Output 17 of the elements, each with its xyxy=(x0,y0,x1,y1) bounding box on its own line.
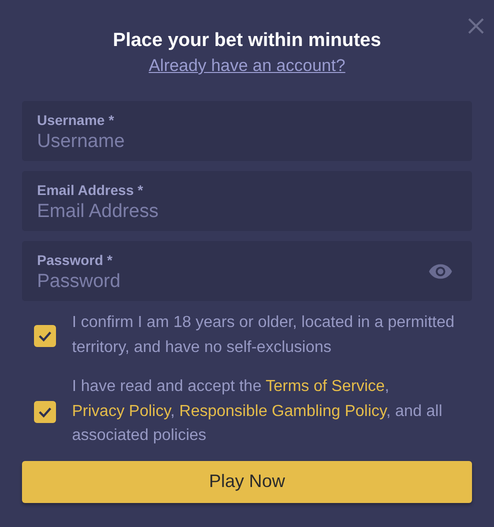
input-field[interactable]: Password xyxy=(37,270,277,292)
field-label: Email Address * xyxy=(37,182,144,198)
input-field[interactable]: Username xyxy=(37,130,277,152)
checkbox[interactable] xyxy=(34,400,56,423)
policy-link[interactable]: Privacy Policy xyxy=(72,402,170,420)
field-label: Password * xyxy=(37,252,112,268)
policy-link[interactable]: Responsible Gambling Policy xyxy=(179,402,386,420)
login-link[interactable]: Already have an account? xyxy=(148,56,346,75)
policy-link[interactable]: Terms of Service xyxy=(266,378,385,395)
eye-icon[interactable] xyxy=(428,262,453,280)
play-now-button[interactable]: Play Now xyxy=(22,460,472,502)
input-field[interactable]: Email Address xyxy=(37,200,277,222)
field-label: Username * xyxy=(37,112,114,128)
consent-text: I confirm I am 18 years or older, located in a permitted territory, and have no self-exclusions xyxy=(72,313,456,358)
dialog-title: Place your bet within minutes xyxy=(112,30,382,52)
consent-text: I have read and accept the Terms of Service, Privacy Policy, Responsible Gambling Policy, and all associated policies xyxy=(72,377,444,446)
checkbox[interactable] xyxy=(34,324,56,346)
